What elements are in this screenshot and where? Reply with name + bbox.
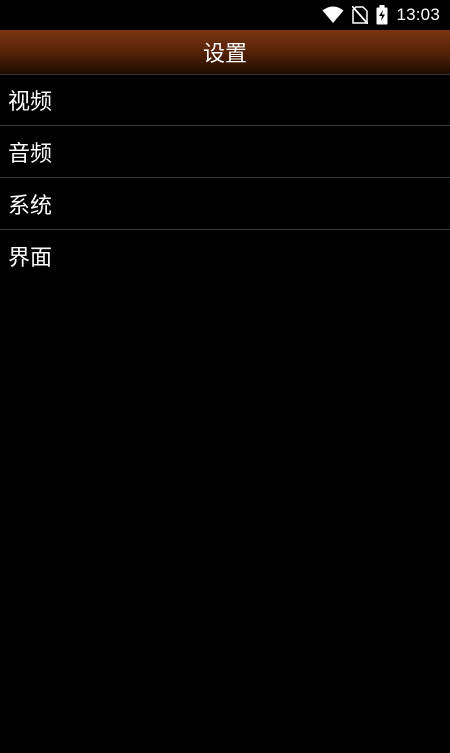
settings-menu-list: 视频 音频 系统 界面: [0, 74, 450, 282]
menu-item-audio[interactable]: 音频: [0, 126, 450, 178]
menu-item-interface[interactable]: 界面: [0, 230, 450, 282]
menu-item-system[interactable]: 系统: [0, 178, 450, 230]
battery-charging-icon: [376, 5, 388, 25]
menu-item-video[interactable]: 视频: [0, 74, 450, 126]
menu-item-label: 系统: [8, 193, 53, 219]
status-time: 13:03: [396, 5, 440, 24]
status-bar: 13:03: [0, 0, 450, 30]
menu-item-label: 界面: [8, 246, 53, 271]
menu-item-label: 音频: [8, 141, 53, 167]
no-sim-icon: [352, 6, 369, 24]
page-title: 设置: [202, 42, 247, 67]
menu-item-label: 视频: [8, 90, 53, 115]
title-bar: 设置: [0, 30, 450, 74]
wifi-icon: [322, 6, 344, 24]
